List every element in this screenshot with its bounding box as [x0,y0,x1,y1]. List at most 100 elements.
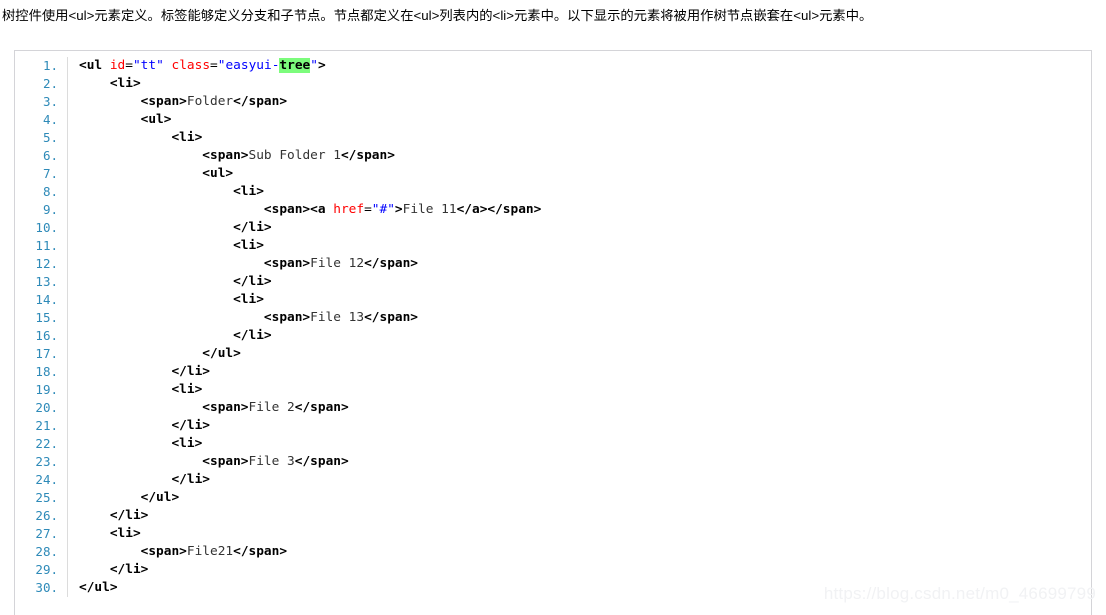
code-line: 9. <span><a href="#">File 11</a></span> [15,201,1091,219]
line-number: 10. [15,219,68,237]
code-line: 15. <span>File 13</span> [15,309,1091,327]
code-token-text: File 13 [310,310,365,325]
code-line-content: </li> [68,417,1092,435]
code-line: 7. <ul> [15,165,1091,183]
code-line-content: </li> [68,327,1092,345]
code-line-content: <li> [68,129,1092,147]
code-line-content: <span>File 13</span> [68,309,1092,327]
code-token-tag: <li> [171,382,203,397]
code-token-tag: <span> [263,310,311,325]
code-line-content: <ul id="tt" class="easyui-tree"> [68,57,1092,75]
code-token-tag: </span> [233,94,288,109]
intro-paragraph: 树控件使用<ul>元素定义。标签能够定义分支和子节点。节点都定义在<ul>列表内… [2,8,873,23]
code-line-content: <span>File 3</span> [68,453,1092,471]
line-number: 30. [15,579,68,597]
code-line: 19. <li> [15,381,1091,399]
line-number: 11. [15,237,68,255]
code-line: 29. </li> [15,561,1091,579]
code-line: 3. <span>Folder</span> [15,93,1091,111]
code-token-tag: <li> [109,76,141,91]
line-number: 14. [15,291,68,309]
code-token-tag [164,58,172,73]
code-line: 2. <li> [15,75,1091,93]
line-number: 20. [15,399,68,417]
code-line: 25. </ul> [15,489,1091,507]
code-table-body: 1. <ul id="tt" class="easyui-tree"> 2. <li… [15,57,1091,597]
code-line: 6. <span>Sub Folder 1</span> [15,147,1091,165]
code-line: 10. </li> [15,219,1091,237]
line-number: 3. [15,93,68,111]
code-line-content: <span>File21</span> [68,543,1092,561]
code-line: 18. </li> [15,363,1091,381]
code-token-text: File 2 [248,400,295,415]
code-line: 4. <ul> [15,111,1091,129]
code-token-tag: </ul> [79,580,118,595]
code-token-tag: <li> [171,130,203,145]
code-token-tag: <li> [109,526,141,541]
code-token-eq: = [210,58,218,73]
code-token-tag: </span> [233,544,288,559]
line-number: 4. [15,111,68,129]
code-line-content: <span>Folder</span> [68,93,1092,111]
code-line: 16. </li> [15,327,1091,345]
code-line: 11. <li> [15,237,1091,255]
code-line-content: <li> [68,183,1092,201]
code-token-tag: </ul> [202,346,241,361]
code-line: 14. <li> [15,291,1091,309]
code-token-tag: <span> [202,400,249,415]
code-line: 20. <span>File 2</span> [15,399,1091,417]
code-token-tag: <span> [202,148,249,163]
watermark-url: https://blog.csdn.net/m0_46699799 [823,584,1096,603]
code-line-content: </ul> [68,489,1092,507]
code-listing: 1. <ul id="tt" class="easyui-tree"> 2. <li… [14,50,1092,615]
code-token-text: File21 [186,544,234,559]
line-number: 17. [15,345,68,363]
line-number: 1. [15,57,68,75]
line-number: 28. [15,543,68,561]
line-number: 6. [15,147,68,165]
line-number: 5. [15,129,68,147]
code-line: 24. </li> [15,471,1091,489]
code-token-tag: </li> [171,364,210,379]
code-token-tag: <ul [79,58,110,73]
code-token-text: File 11 [402,202,457,217]
code-line-content: </li> [68,507,1092,525]
code-line-content: <li> [68,435,1092,453]
code-line-content: </li> [68,273,1092,291]
line-number: 26. [15,507,68,525]
code-line-content: <span><a href="#">File 11</a></span> [68,201,1092,219]
code-token-tag: <li> [233,238,264,253]
code-line-content: <li> [68,237,1092,255]
code-line-content: <li> [68,381,1092,399]
line-number: 23. [15,453,68,471]
line-number: 22. [15,435,68,453]
code-token-eq: = [125,58,133,73]
code-line: 28. <span>File21</span> [15,543,1091,561]
code-token-tag: <span> [140,94,187,109]
code-token-text: File 12 [310,256,365,271]
line-number: 8. [15,183,68,201]
code-token-tag: <ul> [140,112,172,127]
code-token-tag: </span> [364,256,419,271]
line-number: 25. [15,489,68,507]
code-token-tag: </span> [294,454,349,469]
code-token-tag: <span><a [263,202,334,217]
code-token-val: "tt" [132,58,164,73]
code-token-tag: </a></span> [456,202,542,217]
code-token-text: Folder [186,94,234,109]
code-line: 26. </li> [15,507,1091,525]
line-number: 12. [15,255,68,273]
code-token-tag: </li> [109,508,149,523]
code-token-tag: > [394,202,403,217]
line-number: 16. [15,327,68,345]
code-token-tag: </li> [233,220,272,235]
code-line: 13. </li> [15,273,1091,291]
code-token-eq: = [364,202,372,217]
code-token-tag: </li> [233,328,272,343]
code-line-content: </li> [68,363,1092,381]
code-token-val: "#" [371,202,395,217]
line-number: 9. [15,201,68,219]
code-token-tag: </span> [364,310,419,325]
code-line: 1. <ul id="tt" class="easyui-tree"> [15,57,1091,75]
code-token-tag: </span> [340,148,395,163]
